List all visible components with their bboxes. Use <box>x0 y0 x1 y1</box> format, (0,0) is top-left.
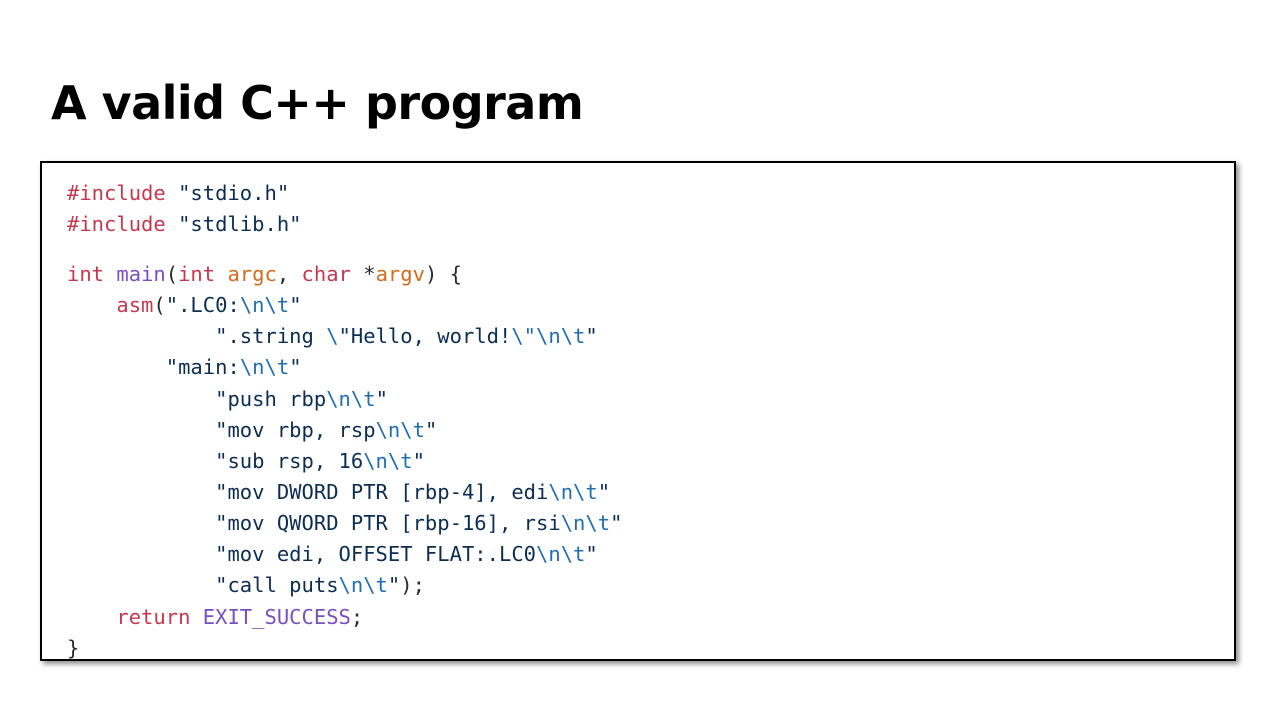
quote: " <box>585 542 598 566</box>
asm-string: "mov edi, OFFSET FLAT:.LC0 <box>215 542 537 566</box>
escape-sequence: \ <box>326 324 339 348</box>
escape-sequence: \n\t <box>560 511 611 535</box>
code-line-asm-open: asm(".LC0:\n\t" <box>67 291 302 319</box>
escape-sequence: \n\t <box>548 480 598 504</box>
return-keyword: return <box>116 605 191 629</box>
code-line-asm-mov-dword: "mov DWORD PTR [rbp-4], edi\n\t" <box>67 478 610 506</box>
asm-string: "mov QWORD PTR [rbp-16], rsi <box>215 511 561 535</box>
code-line-include-stdlib: #include "stdlib.h" <box>67 210 302 238</box>
quote: " <box>289 293 302 317</box>
type-keyword: int <box>67 262 105 286</box>
paren: ( <box>153 293 166 317</box>
asm-string: "mov DWORD PTR [rbp-4], edi <box>215 480 549 504</box>
parameter-name: argc <box>227 262 277 286</box>
asm-string: "mov rbp, rsp <box>215 418 376 442</box>
asm-string: "main: <box>165 355 240 379</box>
asm-keyword: asm <box>116 293 154 317</box>
include-string: "stdlib.h" <box>178 212 302 236</box>
code-line-asm-main-label: "main:\n\t" <box>67 353 302 381</box>
quote: " <box>289 355 302 379</box>
code-line-asm-sub: "sub rsp, 16\n\t" <box>67 447 425 475</box>
quote: " <box>387 573 401 597</box>
asm-string: "Hello, world! <box>338 324 512 348</box>
code-line-include-stdio: #include "stdio.h" <box>67 179 289 207</box>
code-line-closing-brace: } <box>67 634 79 662</box>
preprocessor-directive: #include <box>67 212 166 236</box>
open-brace: ) { <box>424 262 462 286</box>
paren: ( <box>165 262 179 286</box>
asm-string: "sub rsp, 16 <box>215 449 364 473</box>
asm-string: ".LC0: <box>165 293 240 317</box>
function-name: main <box>116 262 166 286</box>
code-line-asm-mov-rbp: "mov rbp, rsp\n\t" <box>67 416 437 444</box>
quote: " <box>585 324 598 348</box>
quote: " <box>424 418 438 442</box>
escape-sequence: \n\t <box>536 542 586 566</box>
code-line-asm-mov-edi: "mov edi, OFFSET FLAT:.LC0\n\t" <box>67 540 598 568</box>
escape-sequence: \n\t <box>239 293 290 317</box>
close-brace: } <box>67 636 80 660</box>
slide: A valid C++ program #include "stdio.h" #… <box>0 0 1280 720</box>
escape-sequence: \n\t <box>239 355 290 379</box>
quote: " <box>412 449 425 473</box>
code-line-return: return EXIT_SUCCESS; <box>67 603 363 631</box>
type-keyword: int <box>178 262 216 286</box>
quote: " <box>375 387 388 411</box>
quote: " <box>610 511 623 535</box>
code-block: #include "stdio.h" #include "stdlib.h" i… <box>40 161 1236 661</box>
preprocessor-directive: #include <box>67 181 166 205</box>
pointer-star: * <box>363 262 376 286</box>
close-paren: ); <box>400 573 425 597</box>
parameter-name: argv <box>375 262 425 286</box>
quote: " <box>597 480 611 504</box>
escape-sequence: \n\t <box>363 449 413 473</box>
include-string: "stdio.h" <box>178 181 290 205</box>
code-line-asm-string-directive: ".string \"Hello, world!\"\n\t" <box>67 322 598 350</box>
slide-title: A valid C++ program <box>51 76 584 130</box>
code-line-main-signature: int main(int argc, char *argv) { <box>67 260 462 288</box>
asm-string: "push rbp <box>215 387 327 411</box>
escape-sequence: \n\t <box>326 387 376 411</box>
escape-sequence: \"\n\t <box>511 324 586 348</box>
code-line-asm-call: "call puts\n\t"); <box>67 571 425 599</box>
code-line-asm-push: "push rbp\n\t" <box>67 385 388 413</box>
code-line-asm-mov-qword: "mov QWORD PTR [rbp-16], rsi\n\t" <box>67 509 622 537</box>
asm-string: "call puts <box>215 573 339 597</box>
asm-string: ".string <box>215 324 327 348</box>
semicolon: ; <box>350 605 364 629</box>
type-keyword: char <box>301 262 351 286</box>
escape-sequence: \n\t <box>375 418 425 442</box>
escape-sequence: \n\t <box>338 573 388 597</box>
comma: , <box>276 262 302 286</box>
macro-constant: EXIT_SUCCESS <box>202 605 351 629</box>
